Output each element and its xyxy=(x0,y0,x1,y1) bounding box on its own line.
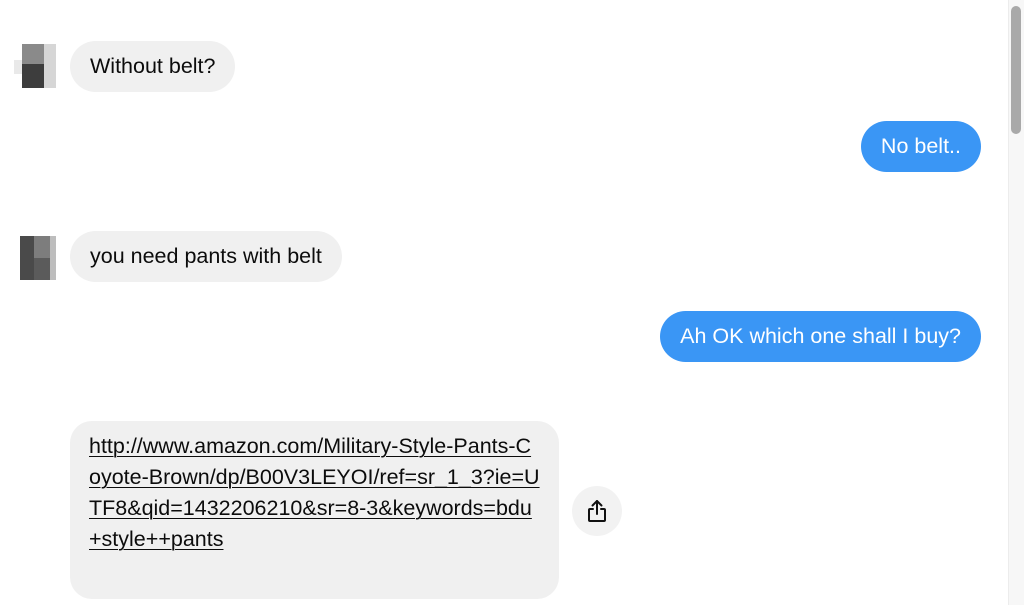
message-text: Without belt? xyxy=(90,54,216,78)
incoming-link-message[interactable]: http://www.amazon.com/Military-Style-Pan… xyxy=(70,421,559,599)
incoming-message[interactable]: you need pants with belt xyxy=(70,231,342,282)
message-text: you need pants with belt xyxy=(90,244,322,268)
share-button[interactable] xyxy=(572,486,622,536)
message-text: No belt.. xyxy=(880,134,961,158)
outgoing-message[interactable]: No belt.. xyxy=(860,121,981,172)
share-icon xyxy=(586,499,608,523)
contact-avatar[interactable] xyxy=(14,44,56,88)
message-text: Ah OK which one shall I buy? xyxy=(680,324,961,348)
incoming-message[interactable]: Without belt? xyxy=(70,41,236,92)
scrollbar-thumb[interactable] xyxy=(1011,6,1021,134)
chat-window: Without belt? No belt.. you need pants w… xyxy=(0,0,1024,605)
message-link[interactable]: http://www.amazon.com/Military-Style-Pan… xyxy=(89,434,540,551)
outgoing-message[interactable]: Ah OK which one shall I buy? xyxy=(660,311,981,362)
contact-avatar[interactable] xyxy=(14,236,56,280)
